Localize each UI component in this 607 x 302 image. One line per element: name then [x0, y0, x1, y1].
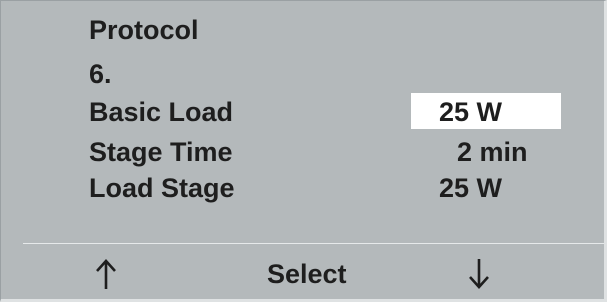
stage-time-label: Stage Time [89, 137, 233, 167]
lcd-screen: Protocol 6. Basic Load 25 W Stage Time 2… [0, 0, 607, 302]
screen-heading: Protocol [89, 15, 199, 45]
stage-time-value[interactable]: 2 min [457, 137, 528, 167]
softkey-divider [23, 243, 604, 244]
basic-load-label: Basic Load [89, 97, 234, 127]
select-button[interactable]: Select [267, 259, 347, 289]
up-arrow-icon[interactable] [93, 259, 119, 291]
load-stage-label: Load Stage [89, 173, 235, 203]
basic-load-value: 25 W [439, 97, 503, 127]
down-arrow-icon[interactable] [466, 257, 492, 289]
protocol-number: 6. [89, 59, 112, 89]
load-stage-value[interactable]: 25 W [439, 173, 502, 203]
